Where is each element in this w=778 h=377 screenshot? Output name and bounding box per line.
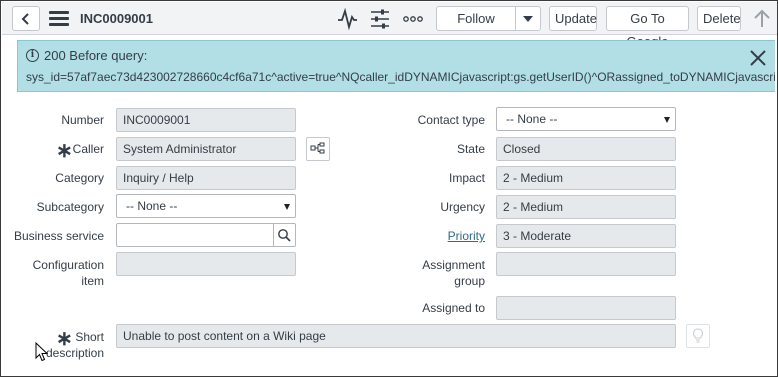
assignment-group-label-line2: group [454, 274, 485, 288]
follow-button-group: Follow [436, 6, 541, 31]
caller-tree-button[interactable] [306, 137, 330, 161]
state-field[interactable]: Closed [496, 137, 676, 161]
caller-field[interactable]: System Administrator [116, 137, 296, 161]
caller-label: Caller [72, 142, 104, 156]
short-description-label-line2: description [45, 346, 104, 360]
impact-field[interactable]: 2 - Medium [496, 166, 676, 190]
subcategory-value: -- None -- [126, 199, 178, 213]
dropdown-caret-icon[interactable] [523, 16, 533, 22]
number-label: Number [61, 113, 104, 127]
subcategory-label: Subcategory [36, 200, 104, 214]
info-message-banner: i 200 Before query: sys_id=57af7aec73d42… [17, 40, 775, 92]
select-caret-icon [284, 204, 290, 210]
priority-field[interactable]: 3 - Moderate [496, 224, 676, 248]
short-description-label: Short description [46, 329, 104, 361]
follow-button[interactable]: Follow [437, 7, 515, 30]
menu-icon[interactable] [49, 11, 69, 26]
short-description-label-line1: Short [75, 330, 104, 344]
up-arrow-icon[interactable] [752, 9, 772, 29]
state-label: State [456, 142, 485, 156]
short-description-field[interactable]: Unable to post content on a Wiki page [116, 324, 676, 348]
subcategory-select[interactable]: -- None -- [116, 194, 296, 218]
search-icon[interactable] [277, 228, 292, 243]
contact-type-label: Contact type [417, 113, 485, 127]
update-button[interactable]: Update [549, 6, 597, 31]
hierarchy-icon [310, 142, 325, 154]
banner-query-text: sys_id=57af7aec73d423002728660c4cf6a71c^… [26, 70, 775, 84]
back-button[interactable] [12, 6, 40, 31]
assigned-to-label: Assigned to [422, 301, 485, 315]
configuration-item-label-line1: Configuration [32, 258, 104, 272]
more-icon[interactable] [401, 7, 425, 31]
settings-icon[interactable] [368, 7, 392, 31]
contact-type-value: -- None -- [506, 112, 558, 126]
configuration-item-label: Configuration item [33, 257, 104, 289]
category-field[interactable]: Inquiry / Help [116, 166, 296, 190]
input-divider [273, 224, 274, 246]
follow-divider [515, 7, 516, 30]
urgency-field[interactable]: 2 - Medium [496, 195, 676, 219]
incident-form-window: INC0009001 Follow Update Go To Google De… [0, 0, 778, 377]
assignment-group-label-line1: Assignment [422, 258, 485, 272]
assignment-group-label: Assignment group [422, 257, 485, 289]
activity-icon[interactable] [336, 7, 360, 31]
number-field[interactable]: INC0009001 [116, 108, 296, 132]
mouse-cursor-icon [35, 342, 49, 362]
close-icon[interactable] [749, 49, 767, 67]
urgency-label: Urgency [440, 200, 485, 214]
configuration-item-field[interactable] [116, 252, 296, 276]
delete-button[interactable]: Delete [697, 6, 741, 31]
priority-link[interactable]: Priority [448, 228, 485, 244]
select-caret-icon [664, 117, 670, 123]
go-to-google-button[interactable]: Go To Google [606, 6, 689, 49]
impact-label: Impact [448, 171, 485, 185]
caller-mandatory-icon: ∗ [56, 140, 73, 162]
business-service-input[interactable] [116, 223, 296, 247]
back-icon [21, 13, 29, 25]
lightbulb-icon [692, 328, 704, 343]
configuration-item-label-line2: item [81, 274, 104, 288]
info-icon: i [26, 49, 39, 62]
business-service-label: Business service [13, 229, 104, 243]
banner-title: 200 Before query: [44, 48, 148, 63]
form-header: INC0009001 Follow Update Go To Google De… [2, 2, 777, 49]
record-title: INC0009001 [80, 11, 153, 26]
suggestion-button[interactable] [686, 324, 710, 348]
assigned-to-field[interactable] [496, 296, 676, 320]
contact-type-select[interactable]: -- None -- [496, 107, 676, 131]
category-label: Category [55, 171, 104, 185]
assignment-group-field[interactable] [496, 252, 676, 276]
